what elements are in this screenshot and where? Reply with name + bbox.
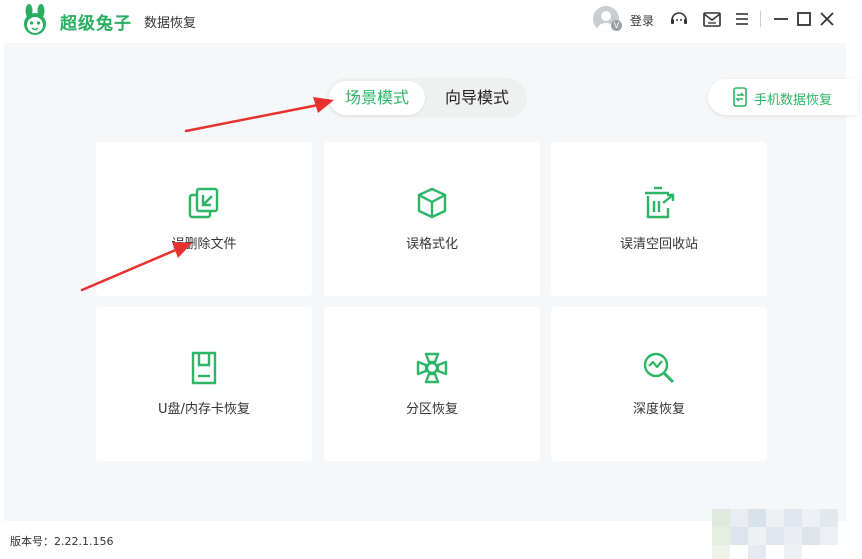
card-label: 分区恢复 (405, 402, 458, 417)
vip-badge: V (611, 20, 622, 31)
card-recycle-bin[interactable]: 误清空回收站 (551, 142, 767, 296)
deep-scan-icon (643, 352, 675, 384)
mode-switch: 场景模式 向导模式 (326, 78, 527, 118)
card-label: U盘/内存卡恢复 (158, 402, 250, 417)
message-icon[interactable] (702, 9, 722, 29)
phone-transfer-icon (733, 87, 747, 107)
recycle-bin-icon (645, 186, 675, 219)
format-cube-icon (417, 187, 447, 219)
card-label: 误删除文件 (171, 237, 237, 252)
card-deep-recovery[interactable]: 深度恢复 (551, 307, 767, 461)
tab-guide-mode[interactable]: 向导模式 (430, 81, 524, 115)
close-icon[interactable] (817, 9, 837, 29)
card-label: 误格式化 (405, 237, 458, 252)
phone-recovery-label: 手机数据恢复 (754, 93, 833, 108)
rabbit-logo-icon (24, 4, 46, 35)
version-label: 版本号：2.22.1.156 (10, 535, 114, 548)
card-usb-sd[interactable]: U盘/内存卡恢复 (96, 307, 312, 461)
card-partition[interactable]: 分区恢复 (324, 307, 540, 461)
maximize-icon[interactable] (794, 9, 814, 29)
brand-name: 超级兔子 (60, 14, 132, 34)
titlebar-divider (760, 11, 761, 27)
card-deleted-files[interactable]: 误删除文件 (96, 142, 312, 296)
phone-recovery-button[interactable]: 手机数据恢复 (708, 79, 858, 115)
partition-icon (416, 352, 448, 384)
login-link[interactable]: 登录 (630, 12, 654, 29)
pixelated-watermark (712, 500, 842, 559)
sd-card-icon (191, 351, 217, 385)
minimize-icon[interactable] (771, 9, 791, 29)
service-icon[interactable] (669, 9, 689, 29)
menu-icon[interactable] (732, 9, 752, 29)
deleted-file-icon (188, 187, 219, 219)
card-format[interactable]: 误格式化 (324, 142, 540, 296)
card-label: 误清空回收站 (619, 237, 698, 252)
tab-scene-mode[interactable]: 场景模式 (329, 81, 425, 115)
main-panel: 场景模式 向导模式 手机数据恢复 误删除文件 误格式化 误清空回收站 U盘/内存… (4, 43, 858, 521)
card-label: 深度恢复 (632, 402, 685, 417)
title-bar: 超级兔子 数据恢复 V 登录 (0, 0, 862, 40)
product-name: 数据恢复 (144, 16, 197, 31)
